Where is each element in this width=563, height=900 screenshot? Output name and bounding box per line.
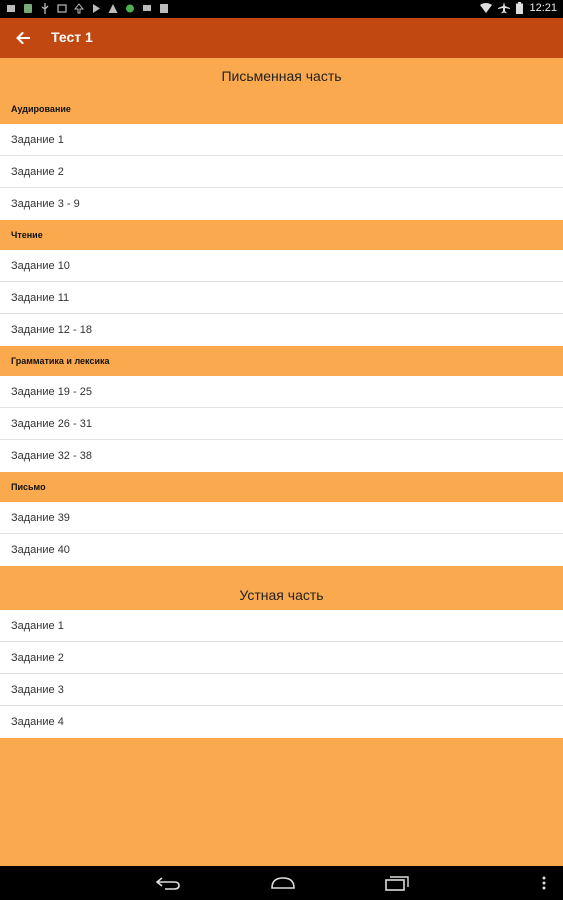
sync-icon — [126, 4, 134, 13]
written-part-header: Письменная часть — [0, 58, 563, 94]
nav-menu-button[interactable] — [530, 873, 558, 893]
section-header-grammar: Грамматика и лексика — [0, 346, 563, 376]
status-bar: 12:21 — [0, 0, 563, 18]
page-title: Тест 1 — [51, 29, 93, 45]
navigation-bar — [0, 866, 563, 900]
screenshot-icon — [57, 4, 67, 13]
app-bar: Тест 1 — [0, 18, 563, 58]
task-list-oral: Задание 1 Задание 2 Задание 3 Задание 4 — [0, 610, 563, 738]
mail-icon — [7, 5, 15, 12]
wifi-icon — [480, 3, 493, 13]
task-item[interactable]: Задание 3 — [0, 674, 563, 706]
nav-recent-apps-button[interactable] — [382, 873, 412, 893]
task-item[interactable]: Задание 19 - 25 — [0, 376, 563, 408]
app-icon — [24, 4, 32, 13]
oral-part-header: Устная часть — [0, 566, 563, 610]
section-header-listening: Аудирование — [0, 94, 563, 124]
task-item[interactable]: Задание 2 — [0, 156, 563, 188]
task-list-writing: Задание 39 Задание 40 — [0, 502, 563, 566]
status-time: 12:21 — [529, 2, 557, 14]
message-icon — [143, 5, 151, 11]
back-button[interactable] — [10, 26, 36, 50]
section-header-writing: Письмо — [0, 472, 563, 502]
nav-home-button[interactable] — [268, 873, 298, 893]
nav-recents-icon — [385, 876, 409, 891]
task-item[interactable]: Задание 40 — [0, 534, 563, 566]
task-item[interactable]: Задание 32 - 38 — [0, 440, 563, 472]
task-item[interactable]: Задание 12 - 18 — [0, 314, 563, 346]
task-item[interactable]: Задание 26 - 31 — [0, 408, 563, 440]
nav-home-icon — [271, 877, 295, 889]
nav-back-icon — [155, 877, 180, 890]
task-item[interactable]: Задание 1 — [0, 610, 563, 642]
task-item[interactable]: Задание 4 — [0, 706, 563, 738]
arrow-back-icon — [16, 32, 30, 44]
system-icons: 12:21 — [480, 2, 557, 14]
overflow-menu-icon — [542, 876, 546, 890]
battery-icon — [516, 2, 524, 14]
task-list-listening: Задание 1 Задание 2 Задание 3 - 9 — [0, 124, 563, 220]
section-header-reading: Чтение — [0, 220, 563, 250]
upload-icon — [74, 3, 84, 14]
task-item[interactable]: Задание 3 - 9 — [0, 188, 563, 220]
task-item[interactable]: Задание 1 — [0, 124, 563, 156]
warning-icon — [108, 4, 118, 13]
usb-icon — [41, 3, 49, 14]
image-icon — [160, 4, 168, 13]
airplane-mode-icon — [498, 2, 511, 14]
notification-icons — [6, 3, 169, 14]
nav-back-button[interactable] — [153, 873, 183, 893]
task-item[interactable]: Задание 10 — [0, 250, 563, 282]
task-list-reading: Задание 10 Задание 11 Задание 12 - 18 — [0, 250, 563, 346]
test-content: Письменная часть Аудирование Задание 1 З… — [0, 58, 563, 738]
task-item[interactable]: Задание 39 — [0, 502, 563, 534]
task-item[interactable]: Задание 11 — [0, 282, 563, 314]
task-list-grammar: Задание 19 - 25 Задание 26 - 31 Задание … — [0, 376, 563, 472]
play-store-icon — [93, 4, 100, 13]
task-item[interactable]: Задание 2 — [0, 642, 563, 674]
